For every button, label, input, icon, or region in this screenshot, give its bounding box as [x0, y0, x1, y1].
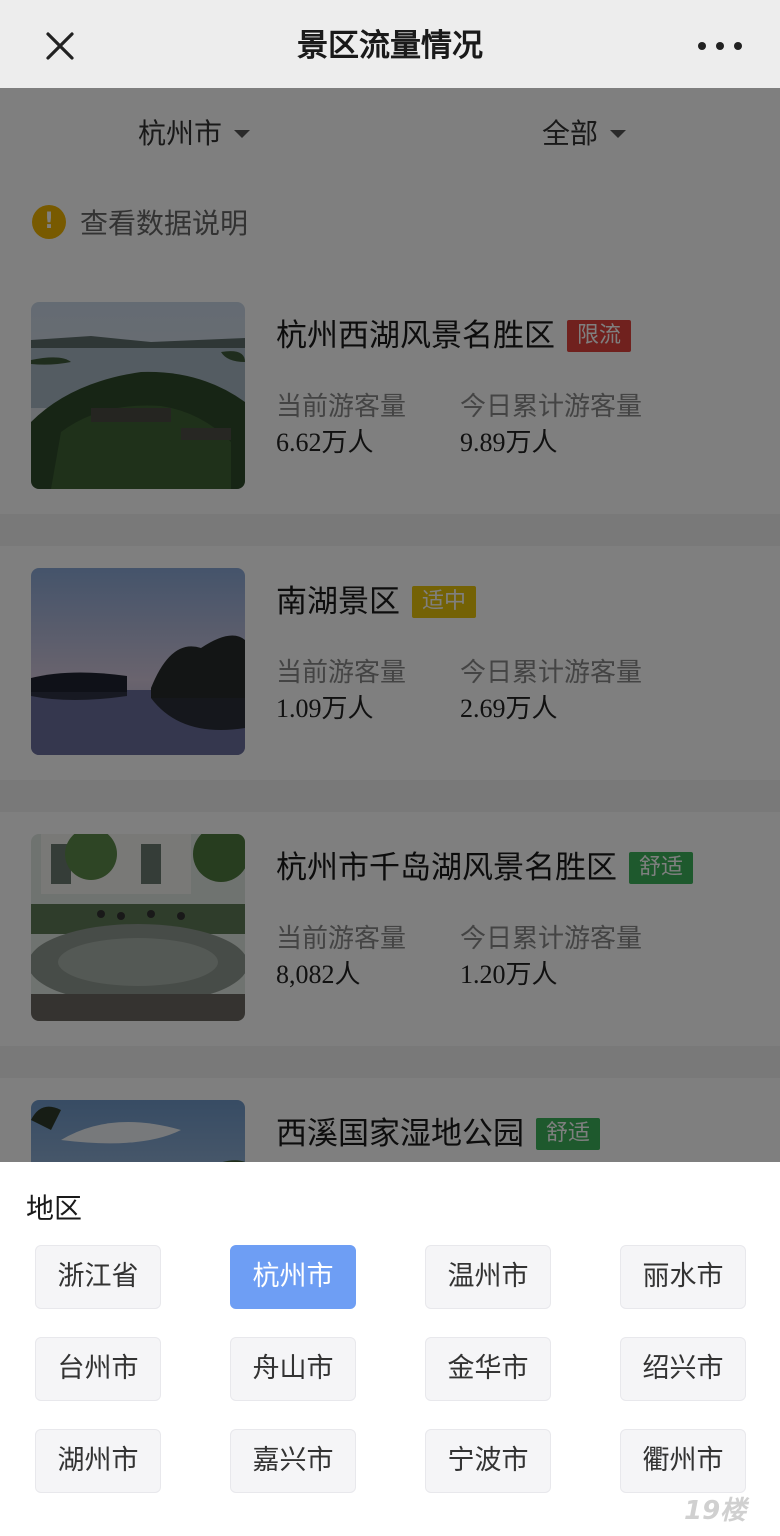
region-option-button[interactable]: 嘉兴市 — [230, 1429, 356, 1493]
region-option-button[interactable]: 金华市 — [425, 1337, 551, 1401]
region-option-button[interactable]: 衢州市 — [620, 1429, 746, 1493]
region-grid: 浙江省 杭州市 温州市 丽水市台州市 舟山市 金华市 绍兴市湖州市 嘉兴市 宁波市 衢州市 — [0, 1162, 780, 1536]
region-option-button[interactable]: 丽水市 — [620, 1245, 746, 1309]
region-option-button[interactable]: 温州市 — [425, 1245, 551, 1309]
more-icon[interactable] — [698, 38, 742, 54]
region-option-button[interactable]: 湖州市 — [35, 1429, 161, 1493]
page-title: 景区流量情况 — [297, 28, 483, 64]
nav-bar: 景区流量情况 — [0, 0, 780, 88]
region-option-button[interactable]: 杭州市 — [230, 1245, 356, 1309]
watermark-logo: 19楼 — [684, 1496, 747, 1526]
region-option-button[interactable]: 舟山市 — [230, 1337, 356, 1401]
region-picker-sheet: 地区 浙江省 杭州市 温州市 丽水市 台州市 舟山市 金华市 绍兴市 湖州市 嘉兴市 宁波市 衢州市 — [0, 1162, 780, 1536]
region-option-button[interactable]: 宁波市 — [425, 1429, 551, 1493]
region-option-button[interactable]: 浙江省 — [35, 1245, 161, 1309]
region-option-button[interactable]: 绍兴市 — [620, 1337, 746, 1401]
modal-backdrop[interactable] — [0, 88, 780, 1162]
region-option-button[interactable]: 台州市 — [35, 1337, 161, 1401]
